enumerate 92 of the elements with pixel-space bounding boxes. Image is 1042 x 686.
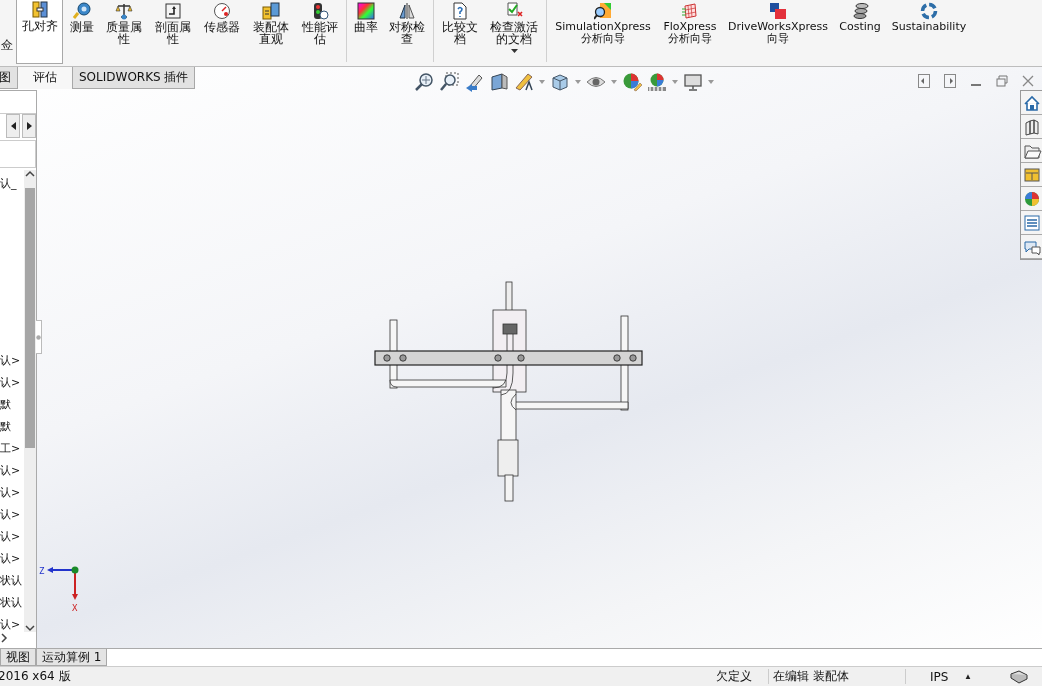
chat-icon[interactable] — [1010, 669, 1028, 684]
chevron-down-icon[interactable] — [25, 624, 35, 632]
panel-splitter[interactable] — [36, 320, 42, 354]
tree-item[interactable]: 认> — [0, 548, 24, 570]
tree-item[interactable]: 认> — [0, 460, 24, 482]
ribbon-tab[interactable]: 图 — [0, 67, 18, 89]
chevron-right-icon[interactable] — [0, 633, 8, 643]
ribbon-button[interactable]: 测量 — [67, 0, 97, 64]
ribbon-button[interactable]: 剖面属性 — [150, 0, 195, 64]
tree-item[interactable]: 认_ — [0, 173, 24, 195]
task-pane-tab[interactable] — [1021, 115, 1042, 139]
status-text: 欠定义 — [716, 668, 754, 685]
ribbon-tab[interactable]: 评估 — [18, 67, 72, 89]
ribbon-button[interactable]: 传感器 — [199, 0, 244, 64]
arrow-left-icon — [10, 122, 16, 130]
axis-label: Z — [39, 566, 45, 576]
restore-icon[interactable] — [996, 73, 1008, 88]
task-pane-tab[interactable] — [1021, 187, 1042, 211]
zoom-area-icon[interactable] — [439, 71, 459, 92]
tree-item[interactable]: 认> — [0, 526, 24, 548]
tile-left-icon[interactable] — [918, 73, 930, 88]
tree-item[interactable]: 认> — [0, 372, 24, 394]
ribbon-tab[interactable]: SOLIDWORKS 插件 — [72, 67, 196, 89]
caret-icon[interactable] — [539, 79, 545, 84]
grip-icon — [36, 334, 41, 340]
caret-icon[interactable] — [672, 79, 678, 84]
color-ball-icon[interactable] — [622, 71, 642, 92]
tree-item[interactable]: 认> — [0, 504, 24, 526]
tree-item[interactable]: 认> — [0, 482, 24, 504]
units-text[interactable]: IPS — [916, 669, 963, 684]
tree-item[interactable]: 认> — [0, 614, 24, 636]
caret-icon[interactable] — [611, 79, 617, 84]
tree-item[interactable]: 默 — [0, 416, 24, 438]
ribbon-button[interactable]: 曲率 — [351, 0, 381, 64]
gradient-square-icon — [357, 2, 375, 20]
ring-icon — [920, 2, 938, 20]
task-pane-tab[interactable] — [1021, 163, 1042, 187]
tape-measure-icon — [73, 2, 91, 20]
ribbon-button[interactable]: FloXpress分析向导 — [659, 0, 721, 64]
bottom-tab[interactable]: 运动算例 1 — [36, 649, 108, 666]
ribbon-button[interactable]: Costing — [835, 0, 885, 64]
ribbon-button[interactable]: DriveWorksXpress向导 — [725, 0, 831, 64]
magnifier-icon — [594, 2, 612, 20]
chevron-up-icon[interactable] — [25, 170, 35, 178]
squares-icon — [769, 2, 787, 20]
balance-scale-icon — [114, 2, 133, 20]
mode-text: 在编辑 装配体 — [772, 668, 850, 685]
mirror-icon — [398, 2, 416, 20]
ribbon-button[interactable]: 孔对齐 — [16, 0, 63, 64]
list-icon — [1021, 212, 1042, 233]
ribbon-button[interactable]: 质量属性 — [101, 0, 146, 64]
annotation-icon[interactable] — [514, 71, 534, 92]
scroll-left-button[interactable] — [6, 114, 20, 138]
axis-label: X — [72, 603, 78, 613]
caret-icon — [510, 49, 518, 53]
tree-item[interactable]: 默 — [0, 394, 24, 416]
cube-icon[interactable] — [550, 71, 570, 92]
scrollbar-thumb[interactable] — [25, 188, 35, 448]
caret-icon[interactable] — [708, 79, 714, 84]
ribbon-button[interactable]: 对称检查 — [385, 0, 429, 64]
grid-icon — [681, 2, 699, 20]
task-pane-tab[interactable] — [1021, 139, 1042, 163]
caret-icon[interactable] — [575, 79, 581, 84]
ribbon-button[interactable]: 检查激活的文档 — [486, 0, 542, 64]
zoom-to-fit-icon[interactable] — [414, 71, 434, 92]
blocks-icon — [30, 1, 49, 19]
ribbon-button[interactable]: Sustainability — [889, 0, 969, 64]
task-pane-tab[interactable] — [1021, 235, 1042, 259]
tree-item[interactable]: 工> — [0, 438, 24, 460]
close-icon[interactable] — [1022, 73, 1034, 88]
boxes-icon — [261, 2, 280, 20]
task-pane-tab[interactable] — [1021, 211, 1042, 235]
filter-field[interactable] — [0, 140, 36, 168]
scene-icon[interactable] — [647, 71, 667, 92]
arrow-right-icon — [26, 122, 32, 130]
task-pane-tab[interactable] — [1021, 91, 1042, 115]
section-view-icon[interactable] — [489, 71, 509, 92]
ribbon-button[interactable]: 性能评估 — [297, 0, 342, 64]
ribbon-button[interactable]: 装配体直观 — [248, 0, 293, 64]
bottom-tab[interactable]: 视图 — [0, 649, 36, 666]
scrollbar[interactable] — [24, 170, 36, 632]
ribbon-button[interactable]: 佥 — [0, 0, 12, 64]
tile-right-icon[interactable] — [944, 73, 956, 88]
ribbon-button[interactable]: 比较文档 — [438, 0, 482, 64]
tree-item[interactable]: 认> — [0, 350, 24, 372]
monitor-icon[interactable] — [683, 71, 703, 92]
units-menu-button[interactable]: ▲ — [964, 672, 972, 681]
tree-item[interactable]: 状认 — [0, 592, 24, 614]
scroll-right-button[interactable] — [22, 114, 36, 138]
tree-item[interactable]: 状认 — [0, 570, 24, 592]
ribbon-button[interactable]: SimulationXpress分析向导 — [551, 0, 655, 64]
axis-triad-drawing — [47, 566, 79, 600]
